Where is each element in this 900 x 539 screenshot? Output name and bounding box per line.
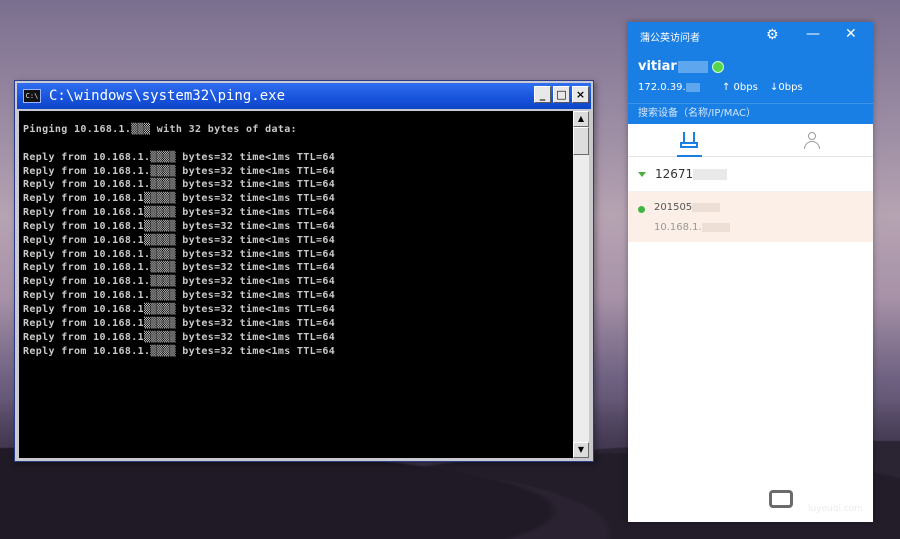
console-reply-line: Reply from 10.168.1▒▒▒▒▒ bytes=32 time<1… bbox=[23, 234, 336, 246]
panel-tabs bbox=[628, 124, 873, 157]
console-reply-line: Reply from 10.168.1▒▒▒▒▒ bytes=32 time<1… bbox=[23, 207, 336, 219]
cmd-title-bar[interactable]: C:\ C:\windows\system32\ping.exe _ □ × bbox=[17, 83, 591, 109]
redacted-mask bbox=[693, 168, 728, 180]
panel-title: 蒲公英访问者 bbox=[640, 33, 700, 44]
cmd-window[interactable]: C:\ C:\windows\system32\ping.exe _ □ × P… bbox=[14, 80, 594, 462]
minimize-icon[interactable]: — bbox=[806, 26, 820, 42]
close-button[interactable]: × bbox=[572, 86, 589, 103]
user-info: vitiar bbox=[638, 59, 724, 74]
visitor-panel[interactable]: 蒲公英访问者 ⚙ — ✕ vitiar 172.0.39. ↑ 0bps ↓0b… bbox=[628, 22, 873, 522]
console-reply-line: Reply from 10.168.1.▒▒▒▒ bytes=32 time<1… bbox=[23, 276, 336, 288]
console-reply-line: Reply from 10.168.1▒▒▒▒▒ bytes=32 time<1… bbox=[23, 303, 336, 315]
device-name: 201505 bbox=[654, 202, 721, 213]
console-reply-line: Reply from 10.168.1.▒▒▒▒ bytes=32 time<1… bbox=[23, 165, 336, 177]
person-icon bbox=[803, 131, 820, 149]
gear-icon[interactable]: ⚙ bbox=[766, 27, 779, 43]
console-reply-line: Reply from 10.168.1.▒▒▒▒ bytes=32 time<1… bbox=[23, 151, 336, 163]
username: vitiar bbox=[638, 59, 677, 74]
group-name: 12671 bbox=[655, 167, 694, 181]
device-item[interactable]: 201505 10.168.1. bbox=[628, 192, 873, 242]
console-reply-line: Reply from 10.168.1▒▒▒▒▒ bytes=32 time<1… bbox=[23, 317, 336, 329]
console-reply-line: Reply from 10.168.1.▒▒▒▒ bytes=32 time<1… bbox=[23, 248, 336, 260]
router-logo-icon bbox=[760, 478, 802, 520]
console-reply-line: Reply from 10.168.1▒▒▒▒▒ bytes=32 time<1… bbox=[23, 220, 336, 232]
online-status-icon bbox=[711, 60, 724, 73]
console-output[interactable]: Pinging 10.168.1.▒▒▒ with 32 bytes of da… bbox=[19, 111, 575, 458]
download-speed: ↓0bps bbox=[770, 82, 803, 93]
console-pinging-line: Pinging 10.168.1.▒▒▒ with 32 bytes of da… bbox=[23, 124, 297, 135]
console-reply-line: Reply from 10.168.1.▒▒▒▒ bytes=32 time<1… bbox=[23, 262, 336, 274]
panel-header: 蒲公英访问者 ⚙ — ✕ vitiar 172.0.39. ↑ 0bps ↓0b… bbox=[628, 22, 873, 124]
console-reply-line: Reply from 10.168.1▒▒▒▒▒ bytes=32 time<1… bbox=[23, 331, 336, 343]
redacted-mask bbox=[701, 222, 730, 232]
virtual-ip-text: 172.0.39. bbox=[638, 82, 686, 93]
watermark: 路由器 luyouqi.com bbox=[760, 478, 868, 520]
scroll-down-arrow-icon[interactable]: ▼ bbox=[573, 442, 589, 458]
tab-devices[interactable] bbox=[628, 124, 751, 157]
console-reply-line: Reply from 10.168.1.▒▒▒▒ bytes=32 time<1… bbox=[23, 179, 336, 191]
search-input[interactable]: 搜索设备（名称/IP/MAC） bbox=[628, 103, 873, 124]
console-reply-line: Reply from 10.168.1▒▒▒▒▒ bytes=32 time<1… bbox=[23, 193, 336, 205]
scroll-thumb[interactable] bbox=[573, 127, 589, 155]
redacted-mask bbox=[677, 60, 708, 73]
watermark-url: luyouqi.com bbox=[808, 503, 864, 514]
console-reply-line: Reply from 10.168.1.▒▒▒▒ bytes=32 time<1… bbox=[23, 345, 336, 357]
router-icon bbox=[680, 132, 699, 148]
upload-speed: ↑ 0bps bbox=[722, 82, 758, 93]
maximize-button[interactable]: □ bbox=[553, 86, 570, 103]
device-group[interactable]: 12671 bbox=[628, 157, 873, 192]
virtual-ip: 172.0.39. bbox=[638, 82, 700, 93]
tab-members[interactable] bbox=[751, 124, 874, 156]
console-reply-line: Reply from 10.168.1.▒▒▒▒ bytes=32 time<1… bbox=[23, 290, 336, 302]
scroll-up-arrow-icon[interactable]: ▲ bbox=[573, 111, 589, 127]
close-icon[interactable]: ✕ bbox=[845, 26, 857, 42]
redacted-mask bbox=[692, 202, 721, 212]
minimize-button[interactable]: _ bbox=[534, 86, 551, 103]
expand-triangle-icon[interactable] bbox=[638, 171, 646, 177]
redacted-mask bbox=[685, 82, 700, 92]
cmd-window-title: C:\windows\system32\ping.exe bbox=[49, 88, 286, 104]
device-online-icon bbox=[638, 206, 645, 213]
device-ip: 10.168.1. bbox=[654, 222, 730, 233]
console-scrollbar[interactable]: ▲ ▼ bbox=[573, 111, 589, 458]
watermark-cn: 路由器 bbox=[808, 482, 869, 505]
console-icon: C:\ bbox=[23, 89, 41, 103]
